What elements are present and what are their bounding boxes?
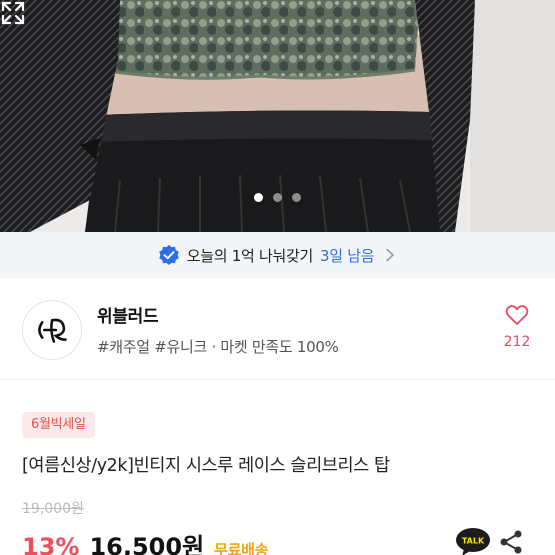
talk-label: TALK — [462, 537, 485, 546]
original-price: 19,000원 — [22, 501, 84, 517]
share-icon[interactable] — [498, 529, 524, 555]
free-shipping-label: 무료배송 — [214, 541, 269, 555]
verified-check-icon — [158, 245, 179, 265]
product-title: [여름신상/y2k]빈티지 시스루 레이스 슬리브리스 탑 — [22, 456, 390, 476]
promo-text: 오늘의 1억 나눠갖기 — [186, 246, 313, 265]
discount-rate: 13% — [22, 533, 80, 555]
like-count: 212 — [503, 334, 531, 350]
gallery-dot[interactable] — [273, 193, 282, 202]
sale-price: 16,500원 — [89, 533, 205, 555]
price-row: 13% 16,500원 무료배송 — [22, 527, 268, 555]
sale-badge: 6월빅세일 — [22, 412, 95, 438]
heart-icon — [505, 305, 529, 325]
shop-logo[interactable] — [22, 300, 82, 360]
like-button[interactable]: 212 — [499, 304, 535, 350]
expand-icon[interactable] — [0, 0, 26, 26]
chevron-right-icon — [386, 248, 395, 262]
gallery-dot[interactable] — [292, 193, 301, 202]
promo-banner[interactable]: 오늘의 1억 나눠갖기 3일 남음 — [0, 232, 555, 278]
shop-name[interactable]: 위블러드 — [97, 302, 159, 327]
kakao-talk-icon[interactable]: TALK — [455, 527, 491, 555]
gallery-pagination[interactable] — [0, 193, 555, 202]
promo-days-left: 3일 남음 — [319, 246, 375, 265]
shop-tags: #캐주얼 #유니크 · 마켓 만족도 100% — [97, 338, 339, 356]
gallery-dot[interactable] — [254, 193, 263, 202]
shop-info[interactable]: 위블러드 #캐주얼 #유니크 · 마켓 만족도 100% 212 — [0, 278, 555, 380]
product-image[interactable] — [0, 0, 555, 232]
